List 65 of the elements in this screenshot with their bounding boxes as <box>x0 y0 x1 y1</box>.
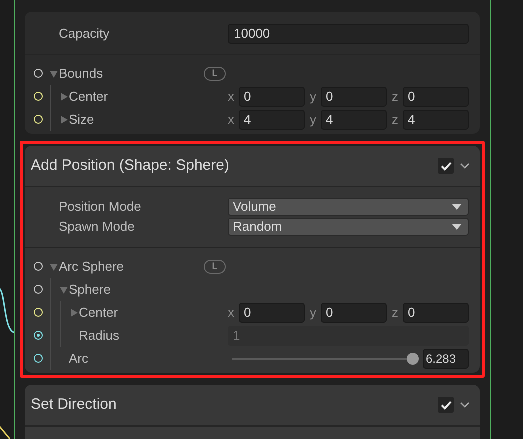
property-label: Sphere <box>69 280 111 299</box>
port-icon[interactable] <box>34 285 43 294</box>
dropdown[interactable]: Volume <box>228 198 469 216</box>
dropdown-arrow-icon <box>452 204 462 210</box>
number-field[interactable]: 4 <box>239 110 305 130</box>
local-badge[interactable]: L <box>204 66 226 80</box>
collapsed-arrow-icon[interactable] <box>60 116 68 124</box>
axis-label: z <box>392 110 400 129</box>
block-title: Add Position (Shape: Sphere) <box>31 156 230 176</box>
number-field[interactable]: 0 <box>239 302 305 322</box>
block-header[interactable]: Add Position (Shape: Sphere) <box>25 146 480 187</box>
axis-label: x <box>228 304 236 322</box>
number-field[interactable]: 0 <box>239 86 305 106</box>
checkmark-icon <box>440 162 452 170</box>
number-field[interactable]: 0 <box>403 302 469 322</box>
dropdown[interactable]: Random <box>228 218 469 236</box>
collapsed-arrow-icon[interactable] <box>60 92 68 100</box>
number-field[interactable]: 10000 <box>228 24 469 44</box>
chevron-down-icon[interactable] <box>460 163 470 169</box>
property-label: Spawn Mode <box>59 219 135 234</box>
axis-label: z <box>392 304 400 322</box>
number-field: 1 <box>228 326 469 346</box>
port-icon[interactable] <box>34 262 43 271</box>
number-field[interactable]: 0 <box>321 302 387 322</box>
port-icon[interactable] <box>34 308 43 317</box>
port-icon[interactable] <box>34 115 43 124</box>
port-icon[interactable] <box>34 92 43 101</box>
enable-checkbox[interactable] <box>438 397 454 413</box>
expanded-arrow-icon[interactable] <box>50 70 58 78</box>
axis-label: x <box>228 110 236 129</box>
axis-label: y <box>310 304 318 322</box>
property-label: Bounds <box>59 64 104 83</box>
property-label: Capacity <box>59 26 110 42</box>
number-field[interactable]: 6.283 <box>423 348 469 368</box>
expanded-arrow-icon[interactable] <box>50 262 58 270</box>
property-label: Arc Sphere <box>59 258 124 276</box>
number-field[interactable]: 0 <box>403 86 469 106</box>
property-label: Position Mode <box>59 199 142 214</box>
block-header[interactable]: Set Direction <box>25 385 480 426</box>
chevron-down-icon[interactable] <box>460 402 470 408</box>
port-icon[interactable] <box>34 69 43 78</box>
enable-checkbox[interactable] <box>438 158 454 174</box>
connection-wire <box>0 288 16 334</box>
axis-label: z <box>392 88 400 106</box>
local-badge[interactable]: L <box>204 260 226 274</box>
axis-label: x <box>228 88 236 106</box>
connection-wire <box>0 426 10 439</box>
number-field[interactable]: 0 <box>321 86 387 106</box>
property-label: Size <box>69 110 94 129</box>
port-icon[interactable] <box>34 354 43 363</box>
block-title: Set Direction <box>31 394 118 415</box>
number-field[interactable]: 4 <box>403 110 469 130</box>
number-field[interactable]: 4 <box>321 110 387 130</box>
slider-thumb[interactable] <box>407 352 419 364</box>
checkmark-icon <box>440 400 452 410</box>
collapsed-arrow-icon[interactable] <box>70 308 78 316</box>
property-label: Arc <box>69 350 88 368</box>
axis-label: y <box>310 110 318 129</box>
property-label: Center <box>69 88 108 106</box>
axis-label: y <box>310 88 318 106</box>
dropdown-arrow-icon <box>452 224 462 230</box>
property-label: Center <box>79 304 118 322</box>
expanded-arrow-icon[interactable] <box>60 286 68 294</box>
slider-track[interactable] <box>232 352 419 364</box>
property-label: Radius <box>79 326 120 345</box>
